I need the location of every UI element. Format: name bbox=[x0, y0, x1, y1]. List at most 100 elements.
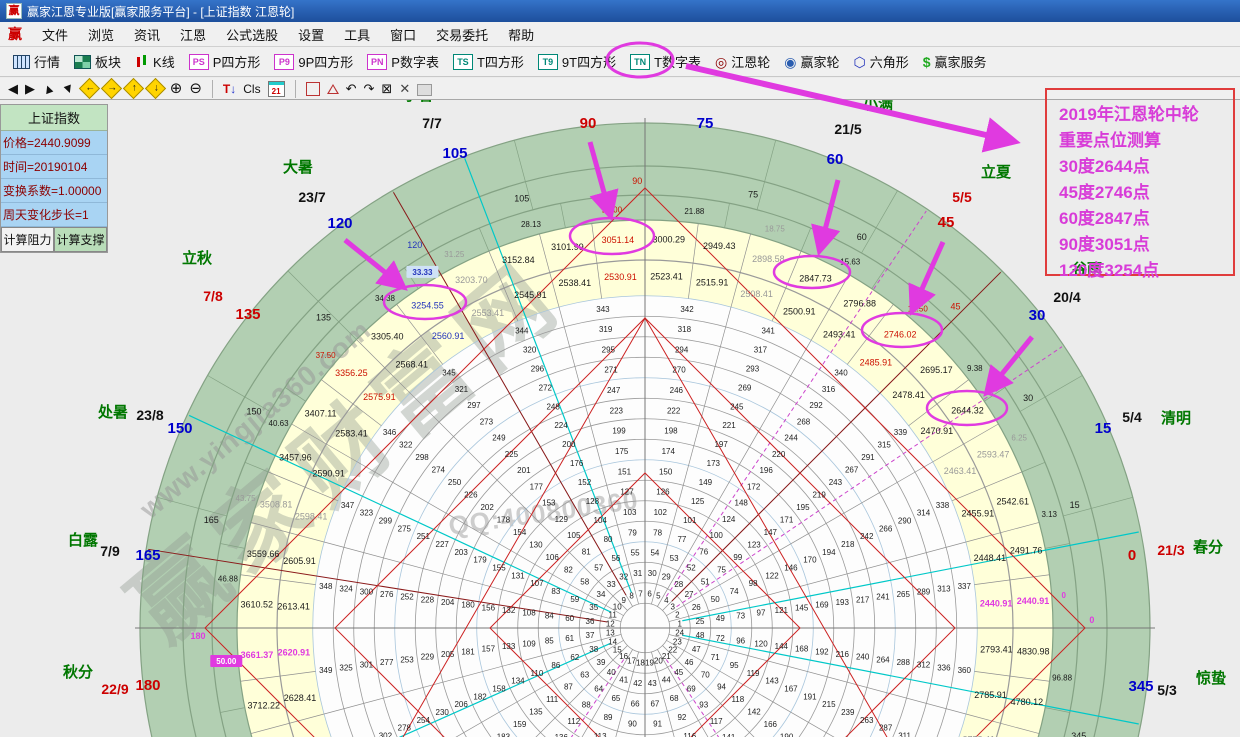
wheel-spiral-number: 31 bbox=[633, 569, 642, 578]
wheel-spiral-number: 154 bbox=[513, 528, 527, 537]
toolbar-9t-square-button[interactable]: T99T四方形 bbox=[531, 50, 623, 73]
wheel-spiral-number: 148 bbox=[735, 499, 749, 508]
wheel-spiral-number: 42 bbox=[633, 679, 642, 688]
wheel-spiral-number: 202 bbox=[480, 503, 494, 512]
pan-left-button[interactable]: ← bbox=[79, 78, 100, 99]
toolbar-hexagon-button[interactable]: ⬡六角形 bbox=[847, 50, 916, 73]
wheel-spiral-number: 56 bbox=[611, 554, 620, 563]
toolbar-t-table-button[interactable]: TNT数字表 bbox=[623, 50, 708, 73]
toolbar-sectors-button[interactable]: 板块 bbox=[67, 50, 128, 73]
wheel-spiral-number: 247 bbox=[607, 386, 621, 395]
wheel-spiral-number: 38 bbox=[589, 645, 598, 654]
nav-forward-button[interactable]: ▶ bbox=[25, 80, 35, 98]
wheel-spiral-number: 95 bbox=[730, 661, 739, 670]
toolbar-9p-square-button[interactable]: P99P四方形 bbox=[267, 50, 360, 73]
wheel-spiral-number: 45 bbox=[674, 668, 683, 677]
menu-item-settings[interactable]: 设置 bbox=[288, 22, 334, 47]
zoom-in-button[interactable]: ⊕ bbox=[170, 80, 183, 98]
crosshair-button[interactable]: ✕ bbox=[399, 80, 410, 98]
menu-item-window[interactable]: 窗口 bbox=[380, 22, 426, 47]
menu-item-stock-picker[interactable]: 公式选股 bbox=[216, 22, 288, 47]
wheel-spiral-number: 89 bbox=[604, 713, 613, 722]
menu-item-trading[interactable]: 交易委托 bbox=[426, 22, 498, 47]
calc-support-button[interactable]: 计算支撑 bbox=[54, 227, 107, 252]
wheel-spiral-number: 43 bbox=[648, 679, 657, 688]
wheel-spiral-number: 117 bbox=[710, 717, 723, 726]
wheel-spiral-number: 199 bbox=[612, 427, 626, 436]
wheel-label: 120 bbox=[407, 240, 422, 250]
board-button[interactable] bbox=[417, 84, 432, 96]
pan-right-button[interactable]: → bbox=[101, 78, 122, 99]
menu-item-file[interactable]: 文件 bbox=[32, 22, 78, 47]
wheel-spiral-number: 195 bbox=[796, 503, 810, 512]
wheel-spiral-number: 105 bbox=[567, 531, 581, 540]
wheel-spiral-number: 6 bbox=[647, 589, 652, 598]
wheel-label: 25.00 bbox=[602, 205, 623, 214]
nav-down-button[interactable]: ▼ bbox=[59, 78, 77, 99]
select-box-button[interactable]: ⊠ bbox=[381, 80, 392, 98]
toolbar-kline-button[interactable]: K线 bbox=[128, 50, 182, 73]
wheel-spiral-number: 224 bbox=[554, 421, 568, 430]
menu-item-news[interactable]: 资讯 bbox=[124, 22, 170, 47]
wheel-spiral-number: 230 bbox=[436, 708, 450, 717]
wheel-label: 15 bbox=[1070, 500, 1080, 510]
wheel-spiral-number: 50 bbox=[711, 595, 720, 604]
price-scale-button[interactable]: T↓ bbox=[223, 82, 236, 96]
rotate-cw-button[interactable]: ↷ bbox=[364, 80, 375, 98]
wheel-spiral-number: 118 bbox=[731, 695, 744, 704]
wheel-spiral-number: 122 bbox=[765, 571, 779, 580]
wheel-spiral-number: 68 bbox=[670, 694, 679, 703]
toolbar-winner-service-button[interactable]: $赢家服务 bbox=[916, 50, 994, 73]
price-readout: 价格=2440.9099 bbox=[1, 131, 107, 155]
pan-up-button[interactable]: ↑ bbox=[123, 78, 144, 99]
toolbar-separator bbox=[295, 80, 296, 98]
menu-item-browse[interactable]: 浏览 bbox=[78, 22, 124, 47]
down-arrow-icon: ↓ bbox=[149, 81, 162, 94]
calc-resistance-button[interactable]: 计算阻力 bbox=[1, 227, 54, 252]
wheel-spiral-number: 12 bbox=[606, 619, 615, 628]
toolbar-quotes-button[interactable]: 行情 bbox=[6, 50, 67, 73]
wheel-label: 2440.91 bbox=[980, 598, 1013, 608]
menu-item-gann[interactable]: 江恩 bbox=[170, 22, 216, 47]
menu-item-help[interactable]: 帮助 bbox=[498, 22, 544, 47]
cls-button[interactable]: Cls bbox=[243, 80, 260, 98]
wheel-label: 3457.96 bbox=[279, 452, 312, 462]
wheel-spiral-number: 73 bbox=[736, 611, 745, 620]
wheel-spiral-number: 119 bbox=[747, 669, 760, 678]
annotation-line: 重要点位测算 bbox=[1059, 128, 1233, 154]
annotation-line: 30度2644点 bbox=[1059, 154, 1233, 180]
toolbar-winner-wheel-button[interactable]: ◉赢家轮 bbox=[777, 50, 846, 73]
wheel-spiral-number: 173 bbox=[707, 459, 721, 468]
toolbar-gann-wheel-button[interactable]: ◎江恩轮 bbox=[708, 50, 777, 73]
wheel-spiral-number: 48 bbox=[696, 631, 705, 640]
toolbar-t-square-button[interactable]: TST四方形 bbox=[446, 50, 531, 73]
menu-item-tools[interactable]: 工具 bbox=[334, 22, 380, 47]
zoom-out-button[interactable]: ⊖ bbox=[189, 80, 202, 98]
toolbar-p-table-button[interactable]: PNP数字表 bbox=[360, 50, 446, 73]
toolbar-p-square-button[interactable]: PSP四方形 bbox=[182, 50, 268, 73]
wheel-spiral-number: 30 bbox=[648, 569, 657, 578]
wheel-spiral-number: 226 bbox=[464, 490, 478, 499]
wheel-spiral-number: 100 bbox=[710, 531, 724, 540]
wheel-spiral-number: 293 bbox=[746, 364, 760, 373]
wheel-spiral-number: 11 bbox=[609, 611, 618, 620]
wheel-spiral-number: 128 bbox=[586, 497, 600, 506]
square-tool-button[interactable] bbox=[306, 82, 320, 96]
triangle-tool-button[interactable] bbox=[327, 84, 339, 94]
wheel-spiral-number: 298 bbox=[415, 453, 429, 462]
wheel-label: 6.25 bbox=[1011, 433, 1027, 442]
title-bar[interactable]: 赢 赢家江恩专业版[赢家服务平台] - [上证指数 江恩轮] bbox=[0, 0, 1240, 22]
rotate-ccw-button[interactable]: ↶ bbox=[346, 80, 357, 98]
nav-up-button[interactable]: ▲ bbox=[39, 78, 57, 99]
wheel-outside-label: 小满 bbox=[863, 100, 893, 113]
pan-down-button[interactable]: ↓ bbox=[145, 78, 166, 99]
nav-back-button[interactable]: ◀ bbox=[8, 80, 18, 98]
wheel-label: 2530.91 bbox=[604, 272, 637, 282]
quote-grid-icon bbox=[13, 55, 30, 69]
ps-badge-icon: PS bbox=[189, 54, 209, 70]
wheel-spiral-number: 18 bbox=[636, 659, 645, 668]
wheel-spiral-number: 180 bbox=[461, 601, 475, 610]
calendar-button[interactable]: 21 bbox=[268, 81, 285, 97]
wheel-spiral-number: 192 bbox=[815, 647, 829, 656]
wheel-spiral-number: 158 bbox=[492, 684, 506, 693]
